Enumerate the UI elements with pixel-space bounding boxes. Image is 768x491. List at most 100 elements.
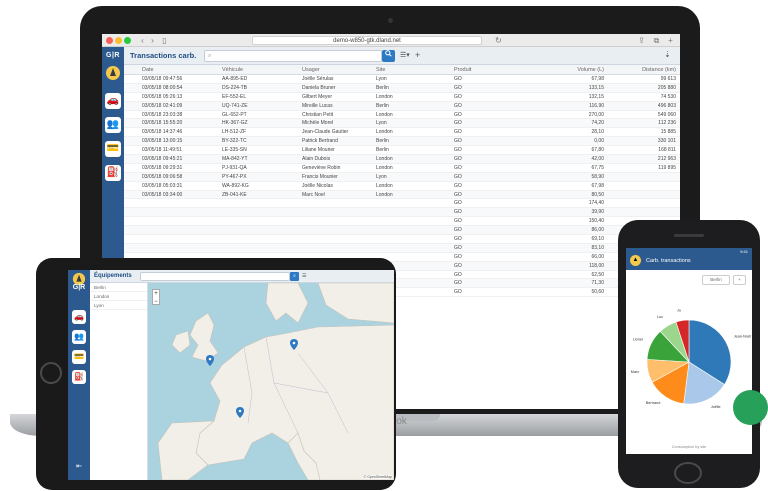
table-cell: GO	[454, 236, 462, 243]
table-cell: Berlin	[376, 138, 389, 145]
column-header-user[interactable]: Usager	[302, 65, 372, 75]
fuel-card-icon[interactable]: 💳	[72, 350, 86, 364]
phone-home-button[interactable]	[674, 462, 702, 484]
table-row[interactable]: 03/05/18 09:45:21 MA-842-YT Alain Dubois Lo…	[124, 155, 680, 164]
table-cell: Liliane Mourier	[302, 147, 335, 154]
table-row[interactable]: 03/05/18 13:00:15 BY-322-TC Patrick Bertra…	[124, 137, 680, 147]
search-button[interactable]: ⌕	[290, 272, 299, 281]
users-icon[interactable]: 👥	[105, 117, 121, 133]
column-header-distance[interactable]: Distance (km)	[614, 65, 676, 75]
table-row[interactable]: 03/05/18 02:41:09 UQ-741-ZE Mireille Lucas…	[124, 101, 680, 111]
new-tab-icon[interactable]: +	[666, 36, 675, 45]
table-cell: LH-512-ZF	[222, 129, 247, 136]
tabs-icon[interactable]: ⧉	[652, 36, 661, 45]
add-icon[interactable]: +	[415, 50, 420, 60]
table-row[interactable]: 03/05/18 08:00:54 DS-224-TB Daniela Bruner…	[124, 83, 680, 93]
table-row[interactable]: GO 69,10	[124, 235, 680, 244]
table-row[interactable]: 03/05/18 14:37:46 LH-512-ZF Jean-Claude Ga…	[124, 128, 680, 138]
table-row[interactable]: 03/05/18 15:55:20 HK-367-GZ Michèle Morel L…	[124, 119, 680, 129]
column-header-date[interactable]: Date	[142, 65, 212, 75]
address-bar[interactable]: demo-w850-gtk.dland.net	[252, 36, 482, 45]
minimize-window-button[interactable]	[115, 37, 122, 44]
user-avatar-icon[interactable]: ▲	[630, 255, 641, 266]
table-cell: 03/05/18 03:34:00	[142, 191, 183, 198]
table-cell: 116,90	[589, 102, 604, 109]
export-icon[interactable]: ⇣	[664, 50, 671, 59]
table-cell: 50,60	[591, 289, 604, 296]
table-cell: GO	[454, 227, 462, 234]
table-row[interactable]: GO 83,10	[124, 243, 680, 253]
column-header-volume[interactable]: Volume (L)	[544, 65, 604, 75]
table-cell: 205 880	[657, 84, 676, 91]
table-cell: 03/05/18 13:00:15	[142, 138, 183, 145]
table-cell: GO	[454, 173, 462, 180]
table-cell: 119 895	[658, 164, 676, 171]
table-cell: GO	[454, 182, 462, 189]
fuel-card-icon[interactable]: 💳	[105, 141, 121, 157]
vehicle-icon[interactable]: 🚗	[72, 310, 86, 324]
list-item[interactable]: London	[90, 292, 147, 301]
table-cell: 212 963	[657, 156, 676, 163]
table-row[interactable]: GO 174,40	[124, 199, 680, 209]
table-cell: HK-367-GZ	[222, 120, 248, 127]
table-row[interactable]: 03/05/18 09:29:31 PJ-931-QA Geneviève Robi…	[124, 164, 680, 173]
table-row[interactable]: 03/05/18 23:03:38 GL-652-PT Christian Peti…	[124, 111, 680, 120]
table-cell: 74 530	[660, 93, 676, 100]
map-canvas[interactable]	[148, 283, 394, 480]
list-item[interactable]: Lyon	[90, 301, 147, 310]
filter-icon[interactable]: ☰	[302, 273, 306, 279]
table-cell: GO	[454, 76, 462, 82]
tablet-screen: G|R 🚗 👥 💳 ⛽ ⇤ Équipements ⌕ ☰ Berlin Lon…	[68, 270, 394, 480]
sidebar-toggle-icon[interactable]: ▯	[160, 36, 169, 45]
table-row[interactable]: 03/05/18 09:06:58 PY-467-PX Francis Mounie…	[124, 172, 680, 182]
map-attribution[interactable]: © OpenStreetMap	[363, 475, 392, 479]
table-row[interactable]: GO 39,90	[124, 208, 680, 218]
maximize-window-button[interactable]	[124, 37, 131, 44]
table-row[interactable]: 03/05/18 09:47:56 AA-895-ED Joëlle Sérulas…	[124, 75, 680, 84]
europe-map[interactable]: + − © OpenStreetMap	[148, 283, 394, 480]
search-button[interactable]	[382, 50, 395, 62]
back-icon[interactable]: ‹	[138, 36, 147, 45]
filter-icon[interactable]: ☰▾	[400, 51, 410, 59]
chart-caption: Consumption by site	[671, 445, 707, 449]
table-row[interactable]: GO 86,00	[124, 226, 680, 236]
fuel-pump-icon[interactable]: ⛽	[105, 165, 121, 181]
table-cell: 549 060	[657, 111, 676, 118]
table-cell: GO	[454, 120, 462, 127]
users-icon[interactable]: 👥	[72, 330, 86, 344]
table-cell: London	[376, 164, 393, 171]
share-icon[interactable]: ⇪	[637, 36, 646, 45]
table-row[interactable]: 03/05/18 11:49:51 LE-335-SN Liliane Mourie…	[124, 146, 680, 156]
fuel-pump-icon[interactable]: ⛽	[72, 370, 86, 384]
user-avatar-icon[interactable]	[105, 65, 121, 81]
column-header-vehicle[interactable]: Véhicule	[222, 65, 292, 75]
vehicle-icon[interactable]: 🚗	[105, 93, 121, 109]
reload-icon[interactable]: ↻	[494, 36, 503, 45]
pie-slice-label: Luc	[657, 315, 663, 319]
table-row[interactable]: 03/05/18 05:03:31 WA-892-KG Joëlle Nicolas…	[124, 182, 680, 191]
forward-icon[interactable]: ›	[148, 36, 157, 45]
column-header-site[interactable]: Site	[376, 65, 436, 75]
table-header: Date Véhicule Usager Site Produit Volume…	[124, 65, 680, 75]
column-header-product[interactable]: Produit	[454, 65, 494, 75]
list-item[interactable]: Berlin	[90, 283, 147, 292]
laptop-camera	[388, 18, 393, 23]
table-cell: EF-552-EL	[222, 93, 247, 100]
table-cell: 28,10	[591, 129, 604, 136]
table-row[interactable]: 03/05/18 05:26:13 EF-552-EL Gilbert Meyer L…	[124, 93, 680, 102]
search-input[interactable]	[140, 272, 290, 281]
tablet-home-button[interactable]	[40, 362, 62, 384]
map-zoom-control[interactable]: + −	[152, 289, 160, 305]
table-cell: GO	[454, 262, 462, 269]
table-cell: Lyon	[376, 76, 387, 82]
status-indicator-dot	[733, 390, 768, 425]
site-filter-dropdown[interactable]: Berlin	[702, 275, 730, 285]
table-cell: London	[376, 156, 393, 163]
table-row[interactable]: GO 150,40	[124, 217, 680, 227]
table-cell: 03/05/18 23:03:38	[142, 111, 183, 118]
search-input[interactable]: ⌕	[204, 50, 382, 62]
close-window-button[interactable]	[106, 37, 113, 44]
add-button[interactable]: +	[733, 275, 746, 285]
logout-icon[interactable]: ⇤	[72, 460, 86, 474]
table-row[interactable]: 03/05/18 03:34:00 ZB-041-KE Marc Noel Londo…	[124, 190, 680, 200]
